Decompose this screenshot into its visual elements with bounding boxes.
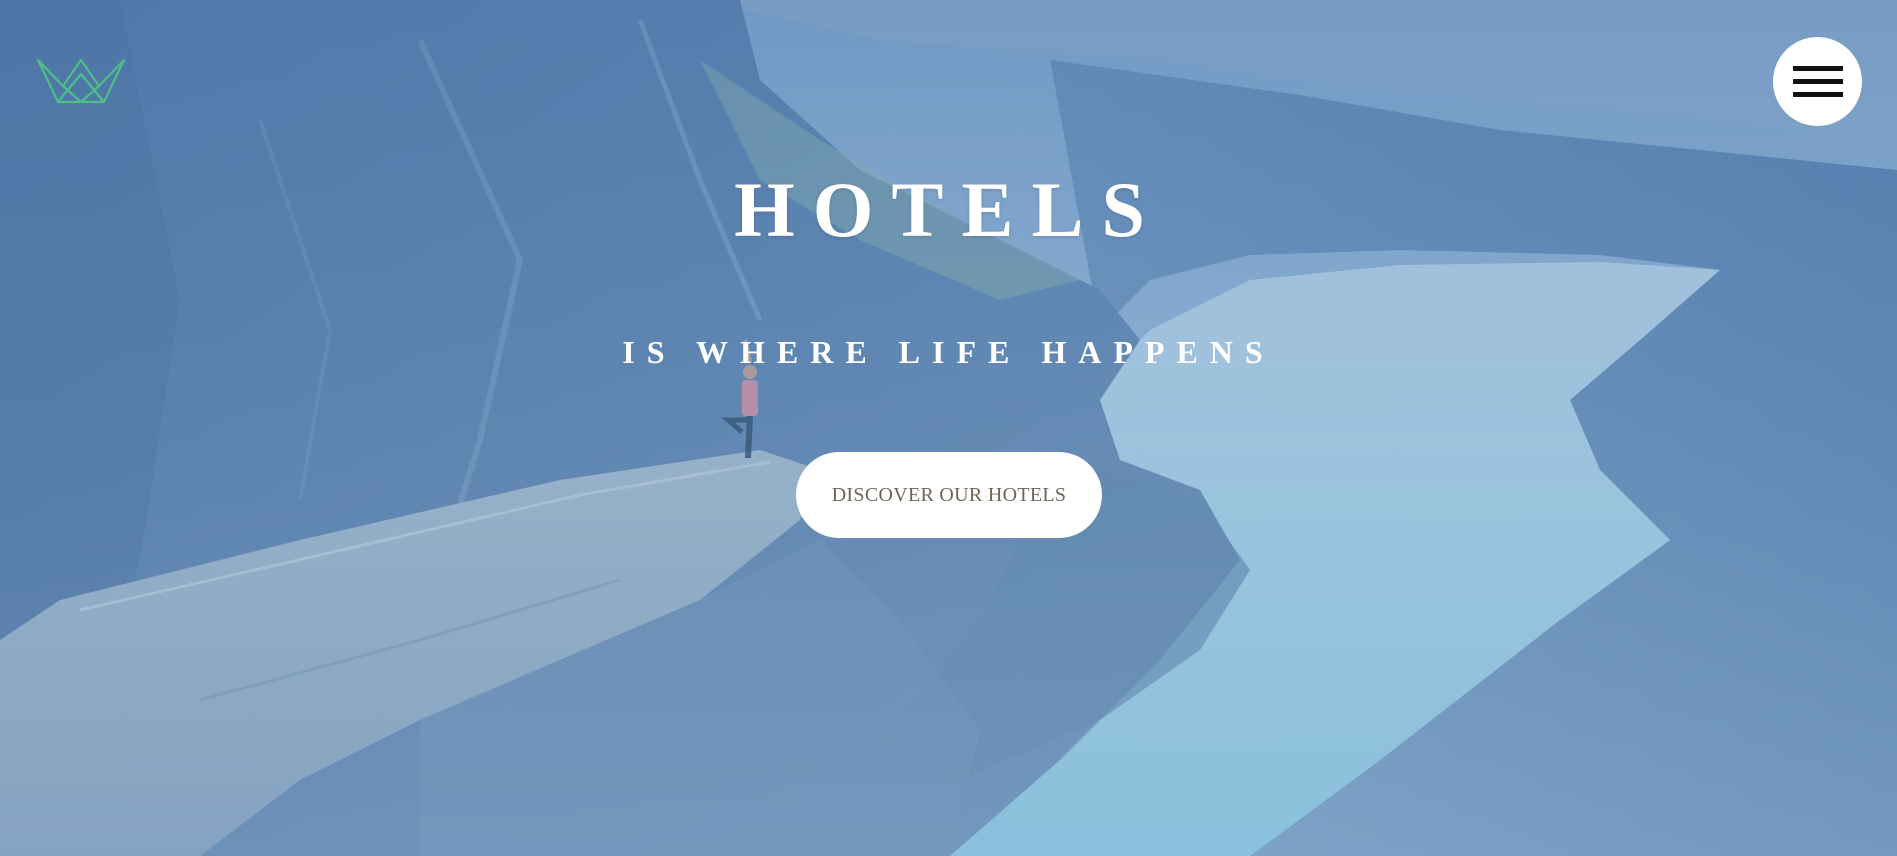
discover-hotels-button[interactable]: DISCOVER OUR HOTELS <box>796 452 1102 538</box>
hero-title: HOTELS <box>734 166 1163 253</box>
hero-subtitle: IS WHERE LIFE HAPPENS <box>622 334 1275 370</box>
menu-button[interactable] <box>1773 37 1862 126</box>
hamburger-menu-icon <box>1792 65 1843 98</box>
crown-icon[interactable] <box>36 56 126 104</box>
hero-background-image <box>0 0 1897 856</box>
hero-section: HOTELS IS WHERE LIFE HAPPENS DISCOVER OU… <box>0 0 1897 856</box>
